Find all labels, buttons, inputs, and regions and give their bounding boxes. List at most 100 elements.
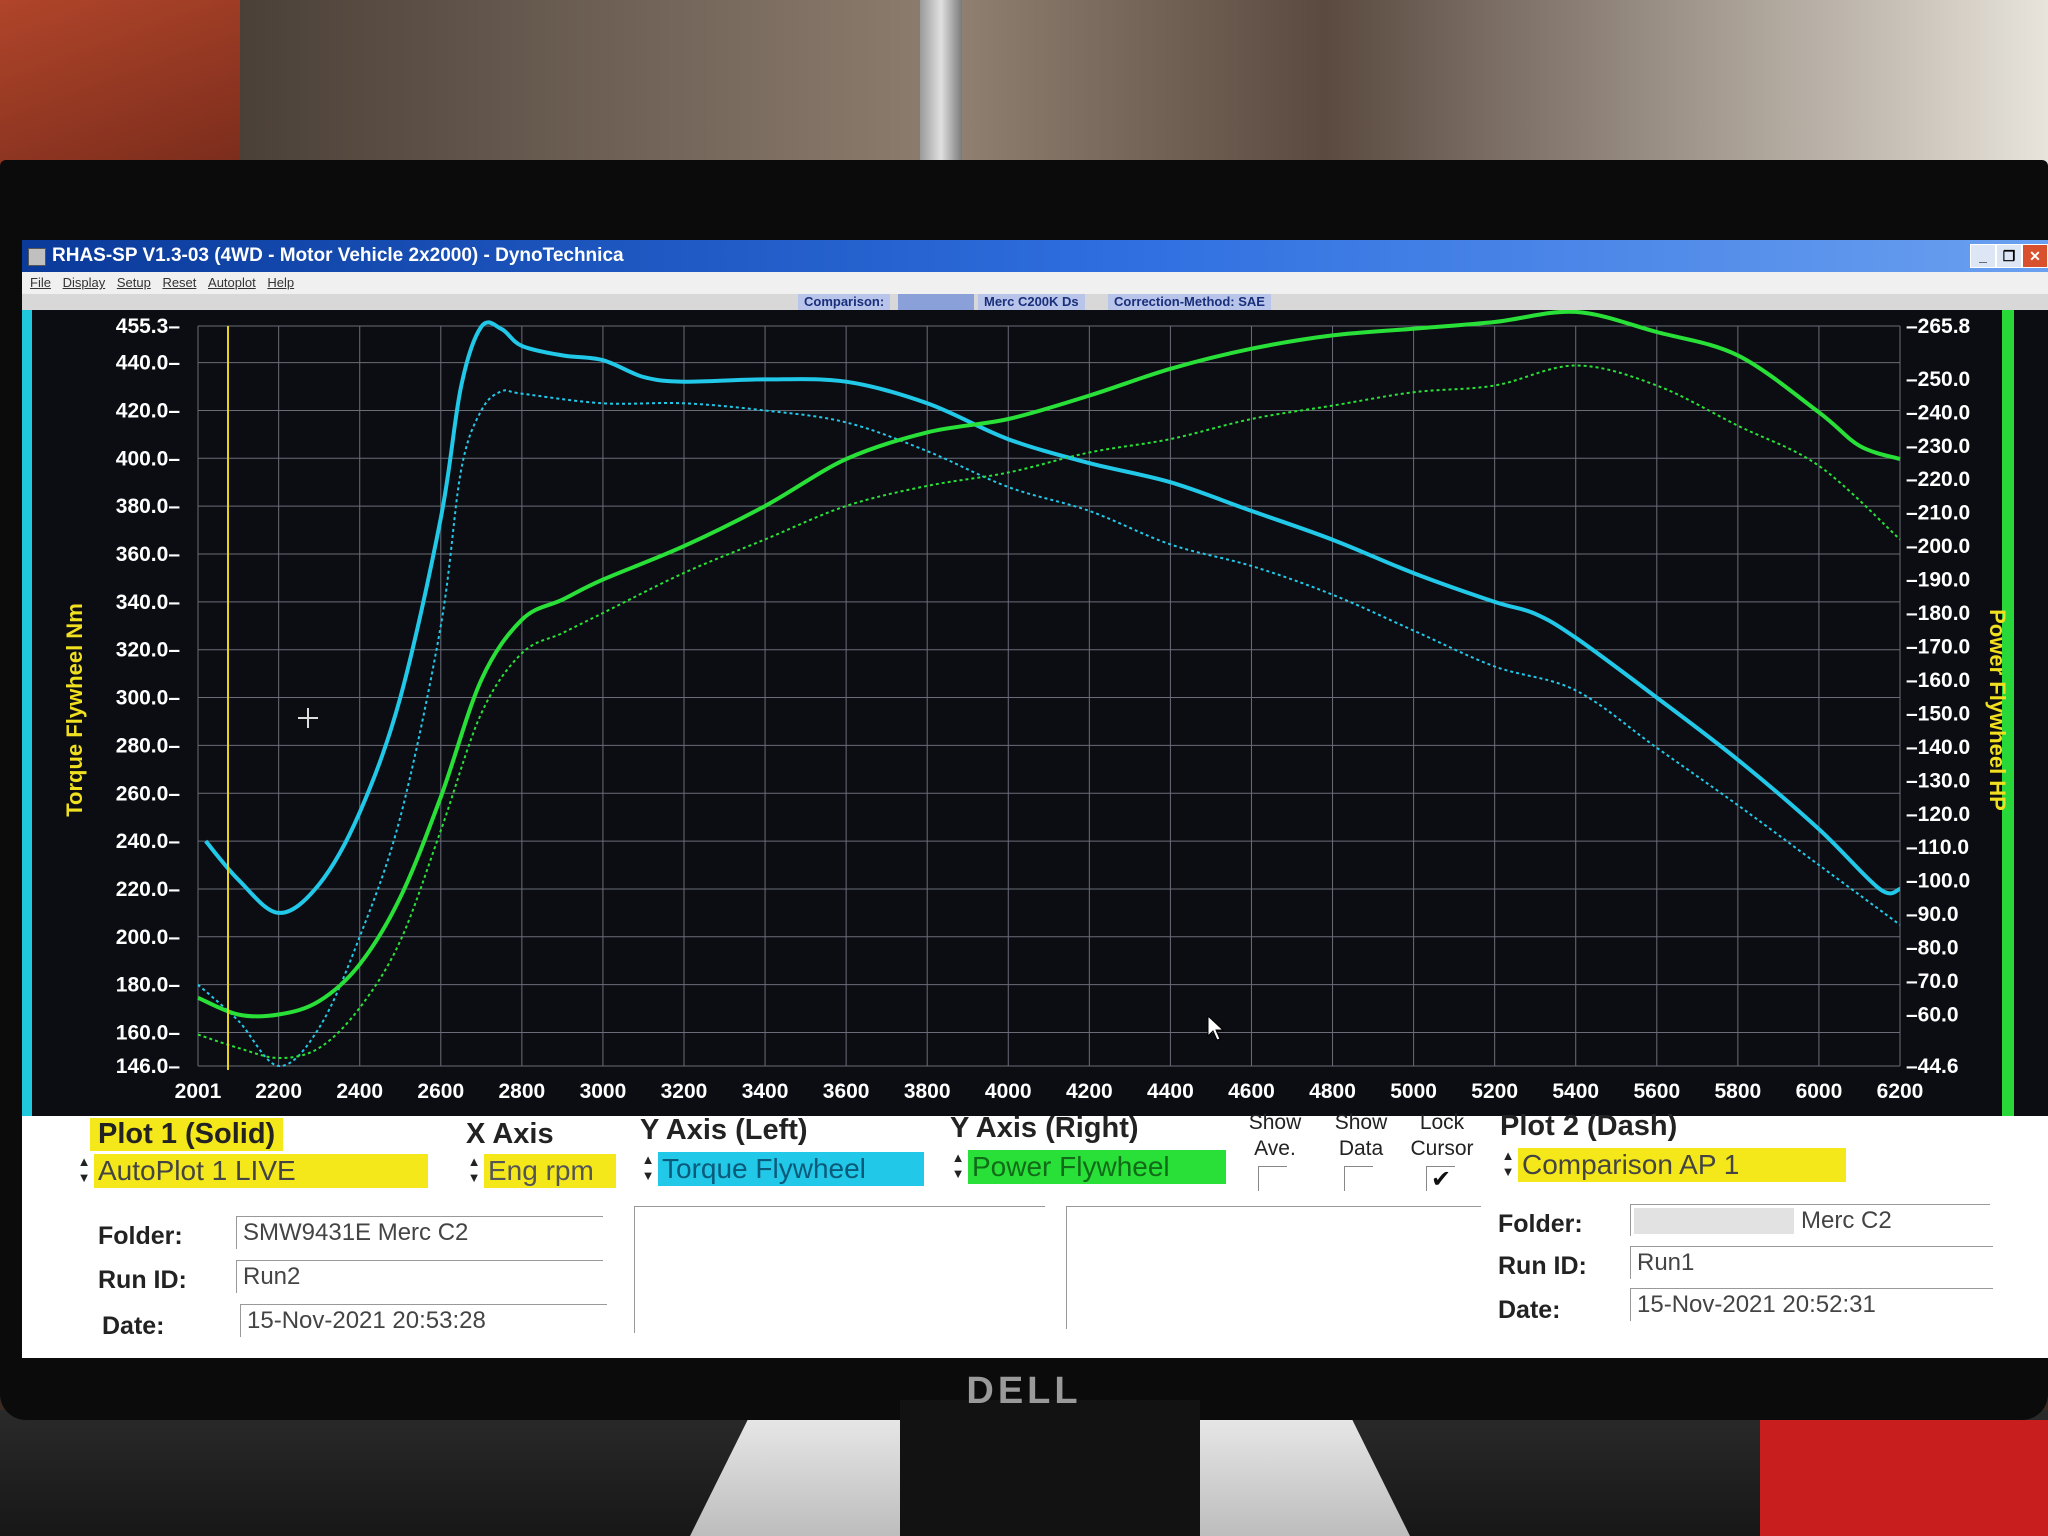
y-left-tick-label: 420.0– xyxy=(116,399,181,422)
y-right-tick-label: –60.0 xyxy=(1906,1003,1959,1026)
comparison-label: Comparison: xyxy=(798,294,891,310)
y-right-tick-label: –180.0 xyxy=(1906,602,1970,625)
y-left-tick-label: 440.0– xyxy=(116,352,181,375)
y-right-tick-label: –140.0 xyxy=(1906,736,1970,759)
plot1-folder-field[interactable]: SMW9431E Merc C2 xyxy=(236,1216,603,1249)
y-right-tick-label: –120.0 xyxy=(1906,803,1970,826)
x-tick-label: 3800 xyxy=(904,1080,951,1103)
plot2-date-field[interactable]: 15-Nov-2021 20:52:31 xyxy=(1630,1288,1993,1321)
x-axis-title: X Axis xyxy=(466,1118,554,1150)
y-right-title: Y Axis (Right) xyxy=(950,1112,1139,1144)
menu-file[interactable]: File xyxy=(30,275,51,290)
plot1-date-field[interactable]: 15-Nov-2021 20:53:28 xyxy=(240,1304,607,1337)
info-bar: Comparison: Merc C200K Ds Correction-Met… xyxy=(22,294,2048,310)
x-tick-label: 2400 xyxy=(336,1080,383,1103)
menu-help[interactable]: Help xyxy=(267,275,294,290)
menu-display[interactable]: Display xyxy=(63,275,106,290)
y-left-spinner[interactable]: ▲ ▼ xyxy=(640,1152,656,1186)
menu-bar: File Display Setup Reset Autoplot Help xyxy=(22,272,2048,294)
x-tick-label: 6200 xyxy=(1877,1080,1924,1103)
y-left-tick-label: 240.0– xyxy=(116,830,181,853)
y-left-select[interactable]: Torque Flywheel xyxy=(658,1152,924,1186)
x-tick-label: 2001 xyxy=(175,1080,222,1103)
plot2-folder-redacted xyxy=(1634,1208,1794,1234)
background-pole xyxy=(920,0,962,170)
y-left-tick-label: 380.0– xyxy=(116,495,181,518)
x-tick-label: 4400 xyxy=(1147,1080,1194,1103)
x-tick-label: 4200 xyxy=(1066,1080,1113,1103)
left-edge-strip xyxy=(22,310,32,1116)
x-axis-select[interactable]: Eng rpm xyxy=(484,1154,616,1188)
x-axis-spinner[interactable]: ▲ ▼ xyxy=(466,1154,482,1188)
menu-reset[interactable]: Reset xyxy=(162,275,196,290)
x-tick-label: 5200 xyxy=(1471,1080,1518,1103)
y-left-tick-label: 200.0– xyxy=(116,926,181,949)
plot2-spinner[interactable]: ▲ ▼ xyxy=(1500,1148,1516,1182)
show-data-checkbox[interactable] xyxy=(1344,1166,1373,1191)
x-tick-label: 5600 xyxy=(1633,1080,1680,1103)
plot1-runid-field[interactable]: Run2 xyxy=(236,1260,603,1293)
window-title: RHAS-SP V1.3-03 (4WD - Motor Vehicle 2x2… xyxy=(52,245,624,266)
dyno-chart[interactable]: 2001 2200 2400 2600 2800 3000 3200 3400 3600 3800… xyxy=(22,310,2048,1116)
show-ave-checkbox[interactable] xyxy=(1258,1166,1287,1191)
plot1-runid-label: Run ID: xyxy=(98,1266,187,1294)
x-tick-label: 4000 xyxy=(985,1080,1032,1103)
y-right-select[interactable]: Power Flywheel xyxy=(968,1150,1226,1184)
y-right-tick-label: –190.0 xyxy=(1906,569,1970,592)
lock-cursor-label: Lock Cursor xyxy=(1410,1111,1474,1160)
y-right-tick-label: –210.0 xyxy=(1906,502,1970,525)
y-left-tick-label: 180.0– xyxy=(116,974,181,997)
y-left-info-box xyxy=(634,1206,1045,1333)
x-tick-label: 2800 xyxy=(499,1080,546,1103)
plot1-spinner[interactable]: ▲ ▼ xyxy=(76,1154,92,1188)
y-left-tick-label: 260.0– xyxy=(116,782,181,805)
y-left-tick-label: 146.0– xyxy=(116,1055,181,1078)
close-button[interactable]: ✕ xyxy=(2022,244,2048,268)
y-right-tick-label: –70.0 xyxy=(1906,970,1959,993)
show-ave-label: Show Ave. xyxy=(1248,1111,1302,1160)
plot2-runid-label: Run ID: xyxy=(1498,1252,1587,1280)
plot2-runid-field[interactable]: Run1 xyxy=(1630,1246,1993,1279)
y-right-tick-label: –130.0 xyxy=(1906,769,1970,792)
y-right-spinner[interactable]: ▲ ▼ xyxy=(950,1150,966,1184)
minimize-button[interactable]: _ xyxy=(1970,244,1996,268)
y-left-tick-label: 320.0– xyxy=(116,639,181,662)
x-tick-label: 4600 xyxy=(1228,1080,1275,1103)
title-bar[interactable]: RHAS-SP V1.3-03 (4WD - Motor Vehicle 2x2… xyxy=(22,240,2048,272)
lock-cursor-checkbox[interactable]: ✔ xyxy=(1426,1166,1455,1191)
plot1-select[interactable]: AutoPlot 1 LIVE xyxy=(94,1154,428,1188)
y-right-axis-label: Power Flywheel HP xyxy=(1985,609,2010,811)
y-left-tick-label: 455.3– xyxy=(116,315,181,338)
y-left-tick-label: 400.0– xyxy=(116,447,181,470)
y-left-axis-label: Torque Flywheel Nm xyxy=(62,603,87,817)
x-tick-label: 5400 xyxy=(1552,1080,1599,1103)
y-right-tick-label: –220.0 xyxy=(1906,468,1970,491)
application-window: RHAS-SP V1.3-03 (4WD - Motor Vehicle 2x2… xyxy=(22,240,2048,1358)
y-right-tick-label: –240.0 xyxy=(1906,401,1970,424)
show-data-label: Show Data xyxy=(1334,1111,1388,1160)
y-right-tick-label: –265.8 xyxy=(1906,315,1971,338)
y-right-tick-label: –44.6 xyxy=(1906,1055,1959,1078)
x-tick-label: 3400 xyxy=(742,1080,789,1103)
y-right-tick-label: –90.0 xyxy=(1906,903,1959,926)
comparison-redacted xyxy=(898,294,974,310)
x-tick-label: 6000 xyxy=(1796,1080,1843,1103)
menu-autoplot[interactable]: Autoplot xyxy=(208,275,256,290)
x-tick-label: 3600 xyxy=(823,1080,870,1103)
plot1-folder-label: Folder: xyxy=(98,1222,183,1250)
x-tick-label: 2600 xyxy=(417,1080,464,1103)
x-tick-label: 5800 xyxy=(1715,1080,1762,1103)
maximize-button[interactable]: ❐ xyxy=(1996,244,2022,268)
x-tick-label: 3200 xyxy=(661,1080,708,1103)
plot1-date-label: Date: xyxy=(102,1312,165,1340)
y-right-tick-label: –160.0 xyxy=(1906,669,1970,692)
plot2-folder-label: Folder: xyxy=(1498,1210,1583,1238)
x-tick-label: 2200 xyxy=(255,1080,302,1103)
y-left-title: Y Axis (Left) xyxy=(640,1114,808,1146)
y-left-tick-label: 360.0– xyxy=(116,543,181,566)
x-tick-label: 5000 xyxy=(1390,1080,1437,1103)
y-left-tick-label: 300.0– xyxy=(116,687,181,710)
menu-setup[interactable]: Setup xyxy=(117,275,151,290)
app-icon xyxy=(28,248,46,266)
plot2-select[interactable]: Comparison AP 1 xyxy=(1518,1148,1846,1182)
